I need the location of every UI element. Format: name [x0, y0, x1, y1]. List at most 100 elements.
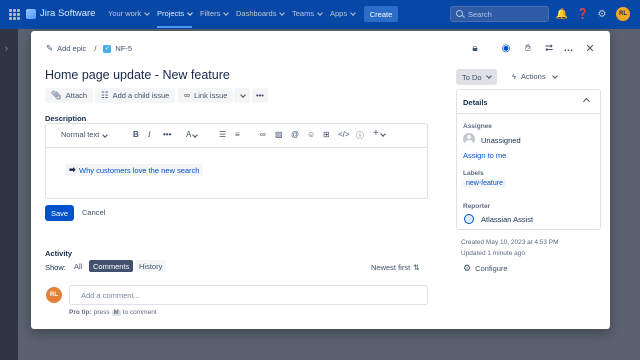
assignee-value[interactable]: Unassigned — [481, 136, 521, 145]
more-options-icon[interactable]: … — [563, 42, 575, 54]
add-epic-link[interactable]: Add epic — [57, 44, 86, 53]
chevron-down-icon — [187, 9, 193, 16]
share-icon[interactable]: ⮂ — [543, 42, 555, 54]
details-panel: Details Assignee Unassigned Assign to me… — [456, 89, 601, 230]
code-icon[interactable]: </> — [338, 130, 350, 139]
watch-eye-icon[interactable]: ◉ — [500, 42, 512, 54]
nav-teams[interactable]: Teams — [292, 9, 323, 18]
jira-logo[interactable]: Jira Software — [26, 8, 95, 19]
nav-apps[interactable]: Apps — [330, 9, 356, 18]
chevron-down-icon — [144, 9, 150, 16]
add-child-label: Add a child issue — [112, 91, 170, 100]
pencil-icon: ✎ — [46, 43, 54, 54]
issue-title[interactable]: Home page update - New feature — [45, 68, 230, 82]
filter-comments[interactable]: Comments — [89, 260, 134, 272]
show-label: Show: — [45, 263, 66, 272]
mention-icon[interactable]: @ — [291, 130, 299, 139]
settings-icon[interactable]: ⚙ — [596, 8, 608, 20]
chevron-down-icon — [350, 9, 356, 16]
emoji-icon[interactable]: ☺ — [307, 130, 315, 139]
labels-label: Labels — [463, 170, 484, 177]
user-avatar[interactable]: RL — [616, 7, 630, 21]
app-switcher-icon[interactable] — [9, 9, 20, 20]
comment-avatar: RL — [46, 287, 62, 303]
table-icon[interactable]: ⊞ — [323, 130, 330, 139]
link-issue-dropdown[interactable] — [234, 88, 250, 103]
issue-modal: ✎ Add epic / ✓ NF-5 🔒︎ ◉ ✋︎ ⮂ … ✕ Home p… — [31, 31, 610, 329]
details-header[interactable]: Details — [457, 90, 600, 114]
nav-label: Your work — [108, 9, 142, 18]
nav-label: Projects — [157, 9, 185, 18]
numbered-list-icon[interactable]: ≡ — [235, 130, 240, 139]
smart-link-text: Why customers love the new search — [79, 165, 200, 175]
description-editor[interactable]: Normal text B I ••• A ☰ ≡ ∞ ▨ @ ☺ ⊞ </> … — [45, 123, 428, 199]
search-placeholder: Search — [468, 9, 492, 19]
close-icon[interactable]: ✕ — [584, 42, 596, 55]
brand-name: Jira Software — [40, 8, 96, 19]
nav-dashboards[interactable]: Dashboards — [236, 9, 286, 18]
filter-history[interactable]: History — [135, 260, 167, 272]
chevron-down-icon — [223, 9, 230, 16]
status-dropdown[interactable]: To Do — [456, 69, 497, 85]
filter-all[interactable]: All — [70, 260, 86, 272]
cancel-button[interactable]: Cancel — [82, 208, 105, 217]
comment-input[interactable]: Add a comment... — [69, 285, 428, 305]
actions-dropdown[interactable]: ϟ Actions — [512, 72, 558, 81]
attach-label: Attach — [65, 91, 88, 100]
nav-projects[interactable]: Projects — [157, 9, 193, 28]
bullet-list-icon[interactable]: ☰ — [219, 130, 226, 139]
top-navigation-bar: Jira Software Your work Projects Filters… — [0, 0, 640, 29]
image-icon[interactable]: ▨ — [275, 130, 283, 139]
lock-icon[interactable]: 🔒︎ — [469, 42, 481, 54]
help-icon[interactable]: ❓ — [577, 8, 589, 20]
more-actions-button[interactable]: ••• — [252, 88, 268, 103]
lightning-icon: ϟ — [512, 72, 516, 81]
thumbs-up-icon[interactable]: ✋︎ — [522, 42, 534, 54]
info-icon[interactable]: ⓘ — [356, 130, 364, 141]
issue-key-link[interactable]: NF-5 — [115, 44, 132, 53]
text-style-label: Normal text — [61, 130, 100, 139]
assignee-label: Assignee — [463, 123, 492, 130]
nav-label: Teams — [292, 9, 315, 18]
search-input[interactable]: Search — [450, 6, 549, 22]
add-child-issue-button[interactable]: ☷ Add a child issue — [95, 88, 176, 103]
insert-plus-icon[interactable]: + — [373, 128, 386, 139]
italic-icon[interactable]: I — [148, 130, 151, 139]
label-chip[interactable]: new-feature — [463, 179, 506, 188]
gear-icon: ⚙ — [463, 263, 472, 273]
save-button[interactable]: Save — [45, 205, 74, 221]
updated-timestamp: Updated 1 minute ago — [461, 250, 525, 257]
text-color-icon[interactable]: A — [186, 130, 199, 139]
pro-tip-press: press — [93, 309, 110, 316]
nav-filters[interactable]: Filters — [200, 9, 230, 18]
pro-tip: Pro tip: press M to comment — [69, 309, 157, 316]
link-issue-button[interactable]: ∞ Link issue — [178, 88, 234, 103]
notification-icon[interactable]: 🔔 — [556, 8, 568, 20]
chevron-down-icon — [102, 132, 109, 138]
link-icon[interactable]: ∞ — [260, 130, 266, 139]
project-sidebar: › — [0, 29, 18, 360]
details-heading: Details — [463, 98, 488, 107]
nav-your-work[interactable]: Your work — [108, 9, 150, 18]
pro-tip-prefix: Pro tip: — [69, 309, 92, 316]
bold-icon[interactable]: B — [133, 130, 139, 139]
more-formatting-icon[interactable]: ••• — [163, 130, 171, 139]
sidebar-expand-icon[interactable]: › — [5, 43, 8, 53]
jira-logo-icon — [26, 8, 36, 19]
create-button[interactable]: Create — [364, 6, 398, 22]
smart-link[interactable]: ⮕ Why customers love the new search — [65, 164, 204, 176]
configure-label: Configure — [475, 264, 508, 273]
assign-to-me-link[interactable]: Assign to me — [463, 151, 506, 160]
nav-label: Apps — [330, 9, 348, 18]
attach-button[interactable]: 📎︎ Attach — [45, 88, 94, 103]
nav-label: Dashboards — [236, 9, 277, 18]
sort-label: Newest first — [371, 263, 411, 272]
text-style-dropdown[interactable]: Normal text — [61, 130, 109, 139]
chevron-down-icon — [551, 72, 558, 79]
configure-button[interactable]: ⚙ Configure — [463, 263, 508, 274]
child-issue-icon: ☷ — [101, 90, 109, 101]
breadcrumb-separator: / — [94, 44, 97, 53]
sort-button[interactable]: Newest first ⇅ — [371, 263, 419, 272]
description-label: Description — [45, 114, 87, 123]
reporter-value[interactable]: Atlassian Assist — [481, 215, 533, 224]
